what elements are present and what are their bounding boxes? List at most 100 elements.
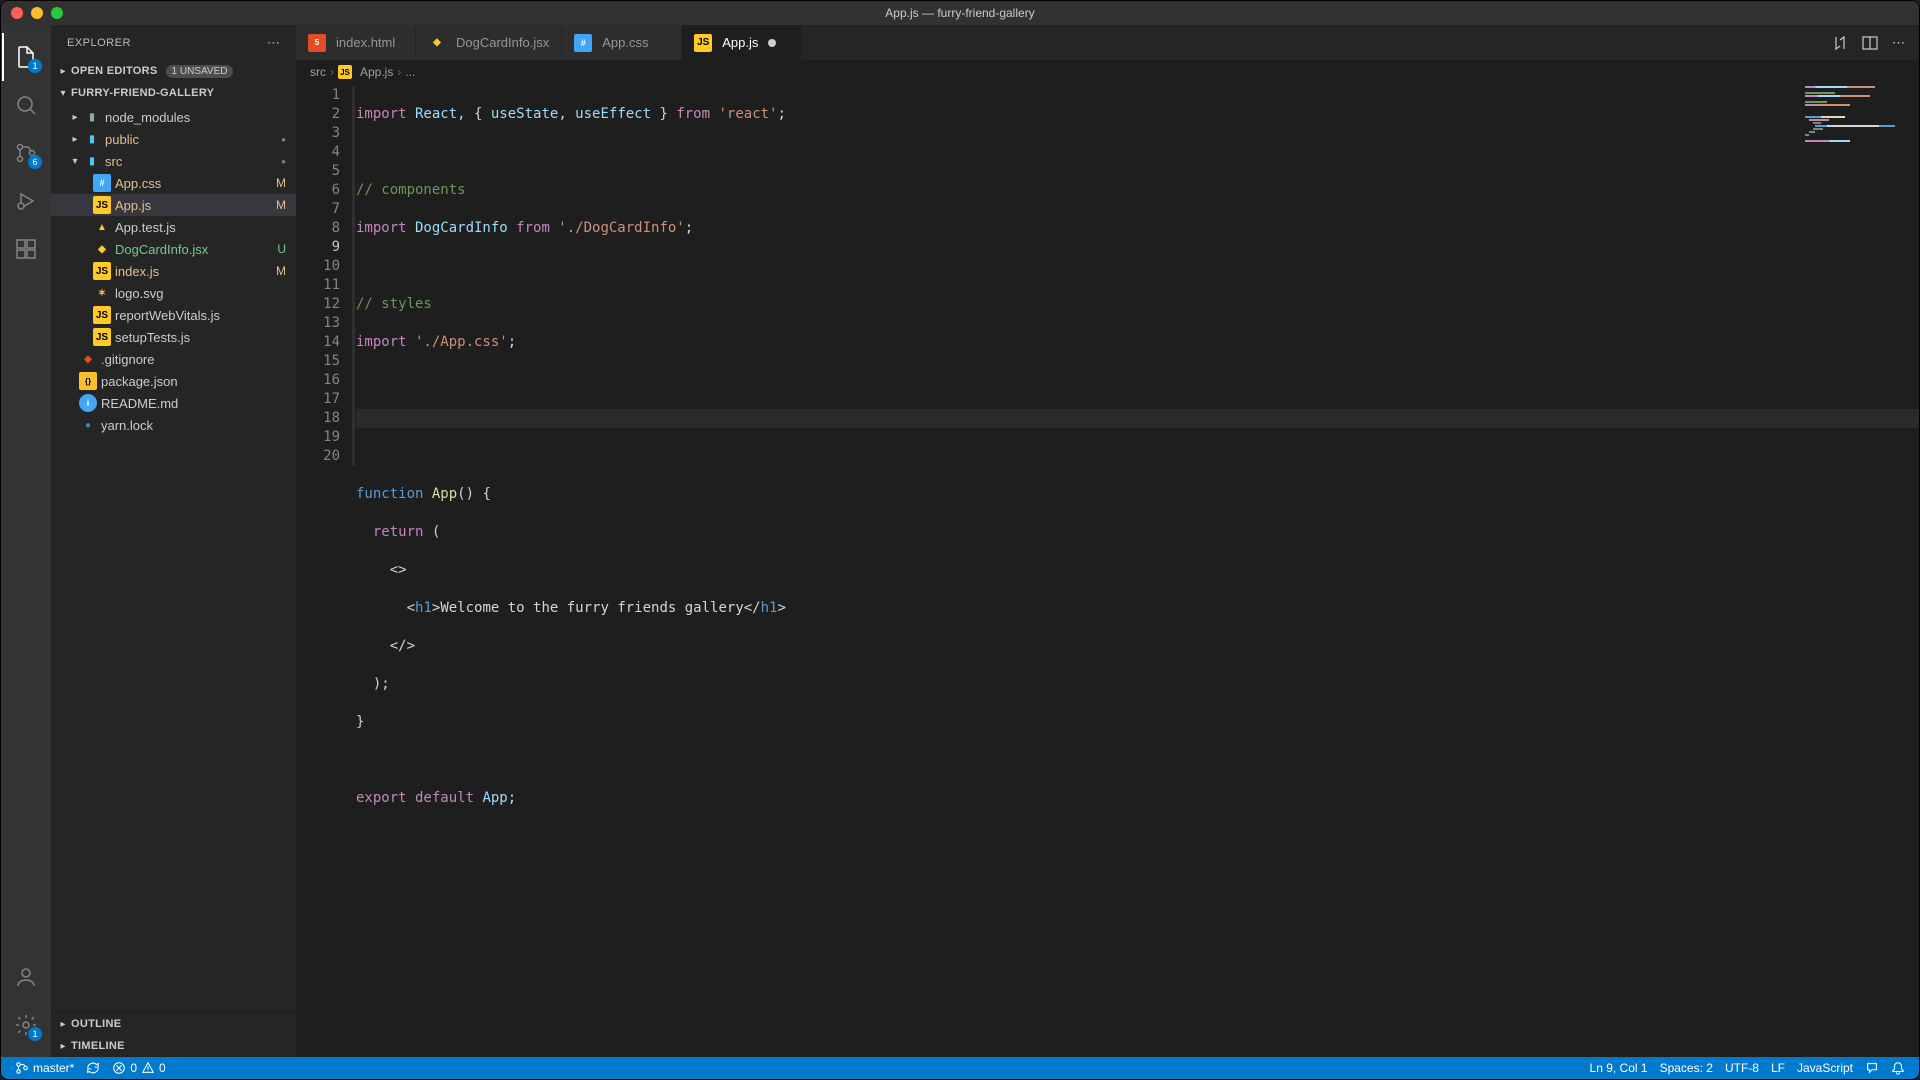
activity-account[interactable] xyxy=(2,953,50,1001)
chevron-right-icon: ▸ xyxy=(55,1041,71,1052)
window-title: App.js — furry-friend-gallery xyxy=(885,6,1034,20)
breadcrumbs[interactable]: src › JS App.js › ... xyxy=(296,60,1919,84)
more-actions-icon[interactable]: ⋯ xyxy=(1892,35,1905,51)
activity-search[interactable] xyxy=(2,81,50,129)
breadcrumb-item[interactable]: App.js xyxy=(360,65,393,79)
branch-icon xyxy=(15,1061,29,1075)
scm-badge: 6 xyxy=(28,155,42,169)
tree-file-logosvg[interactable]: ✶ logo.svg xyxy=(51,282,296,304)
tree-file-packagejson[interactable]: {} package.json xyxy=(51,370,296,392)
tree-file-appjs[interactable]: JS App.js M xyxy=(51,194,296,216)
jsx-icon: ◆ xyxy=(93,240,111,258)
open-editors-section[interactable]: ▸ OPEN EDITORS 1 UNSAVED xyxy=(51,60,296,82)
minimap[interactable] xyxy=(1805,86,1905,136)
activity-bar: 1 6 1 xyxy=(1,25,51,1057)
titlebar: App.js — furry-friend-gallery xyxy=(1,1,1919,25)
activity-scm[interactable]: 6 xyxy=(2,129,50,177)
compare-changes-icon[interactable] xyxy=(1832,35,1848,51)
breadcrumb-item[interactable]: src xyxy=(310,65,326,79)
tree-file-indexjs[interactable]: JS index.js M xyxy=(51,260,296,282)
chevron-down-icon: ▾ xyxy=(55,88,71,99)
tree-file-appcss[interactable]: # App.css M xyxy=(51,172,296,194)
tree-label: logo.svg xyxy=(115,286,286,301)
sidebar-more-icon[interactable]: ⋯ xyxy=(267,35,280,51)
tree-file-readme[interactable]: i README.md xyxy=(51,392,296,414)
dirty-indicator-icon xyxy=(768,39,776,47)
tree-folder-public[interactable]: ▸ ▮ public ● xyxy=(51,128,296,150)
tree-label: App.css xyxy=(115,176,272,191)
tab-label: index.html xyxy=(336,35,395,50)
css-icon: # xyxy=(574,34,592,52)
tab-label: DogCardInfo.jsx xyxy=(456,35,549,50)
status-language[interactable]: JavaScript xyxy=(1791,1061,1859,1075)
split-editor-icon[interactable] xyxy=(1862,35,1878,51)
status-spaces[interactable]: Spaces: 2 xyxy=(1654,1061,1719,1075)
status-cursor[interactable]: Ln 9, Col 1 xyxy=(1584,1061,1654,1075)
tree-file-yarnlock[interactable]: ● yarn.lock xyxy=(51,414,296,436)
status-feedback[interactable] xyxy=(1859,1061,1885,1075)
js-icon: JS xyxy=(93,328,111,346)
status-notifications[interactable] xyxy=(1885,1061,1911,1075)
tree-file-apptest[interactable]: ▲ App.test.js xyxy=(51,216,296,238)
sync-icon xyxy=(86,1061,100,1075)
outline-label: OUTLINE xyxy=(71,1018,121,1030)
js-icon: JS xyxy=(93,262,111,280)
debug-icon xyxy=(14,189,38,213)
tree-label: src xyxy=(105,154,277,169)
status-problems[interactable]: 0 0 xyxy=(106,1057,171,1079)
tab-appjs[interactable]: JS App.js xyxy=(682,25,802,60)
tree-file-setuptests[interactable]: JS setupTests.js xyxy=(51,326,296,348)
js-icon: JS xyxy=(338,65,352,79)
explorer-badge: 1 xyxy=(28,59,42,73)
error-icon xyxy=(112,1061,126,1075)
status-eol[interactable]: LF xyxy=(1765,1061,1791,1075)
tree-file-dogcard[interactable]: ◆ DogCardInfo.jsx U xyxy=(51,238,296,260)
window-close-button[interactable] xyxy=(11,7,23,19)
tree-label: public xyxy=(105,132,277,147)
timeline-section[interactable]: ▸ TIMELINE xyxy=(51,1035,296,1057)
tab-index-html[interactable]: 5 index.html xyxy=(296,25,416,60)
modified-dot-icon: ● xyxy=(281,135,286,144)
js-icon: JS xyxy=(93,196,111,214)
tree-label: yarn.lock xyxy=(101,418,286,433)
window-maximize-button[interactable] xyxy=(51,7,63,19)
status-sync[interactable] xyxy=(80,1057,106,1079)
search-icon xyxy=(14,93,38,117)
tree-folder-src[interactable]: ▾ ▮ src ● xyxy=(51,150,296,172)
svg-icon: ✶ xyxy=(93,284,111,302)
tree-file-reportwv[interactable]: JS reportWebVitals.js xyxy=(51,304,296,326)
chevron-right-icon: ▸ xyxy=(55,66,71,77)
project-section[interactable]: ▾ FURRY-FRIEND-GALLERY xyxy=(51,82,296,104)
tree-label: DogCardInfo.jsx xyxy=(115,242,273,257)
code-content[interactable]: import React, { useState, useEffect } fr… xyxy=(356,84,1919,1057)
file-tree: ▸ ▮ node_modules ▸ ▮ public ● ▾ ▮ src ● xyxy=(51,104,296,1012)
settings-badge: 1 xyxy=(28,1027,42,1041)
git-icon: ◆ xyxy=(79,350,97,368)
breadcrumb-item[interactable]: ... xyxy=(405,65,415,79)
activity-settings[interactable]: 1 xyxy=(2,1001,50,1049)
jsx-icon: ◆ xyxy=(428,34,446,52)
unsaved-badge: 1 UNSAVED xyxy=(166,65,234,78)
editor-group: 5 index.html ◆ DogCardInfo.jsx # App.css… xyxy=(296,25,1919,1057)
chevron-right-icon: ▸ xyxy=(67,112,83,123)
code-editor[interactable]: 1 2 3 4 5 6 7 8 9 10 11 12 13 14 15 16 1 xyxy=(296,84,1919,1057)
activity-explorer[interactable]: 1 xyxy=(2,33,50,81)
tab-appcss[interactable]: # App.css xyxy=(562,25,682,60)
activity-extensions[interactable] xyxy=(2,225,50,273)
statusbar: master* 0 0 Ln 9, Col 1 Spaces: 2 UTF-8 … xyxy=(1,1057,1919,1079)
tab-dogcardinfo[interactable]: ◆ DogCardInfo.jsx xyxy=(416,25,562,60)
tree-file-gitignore[interactable]: ◆ .gitignore xyxy=(51,348,296,370)
chevron-right-icon: › xyxy=(330,65,334,79)
window-minimize-button[interactable] xyxy=(31,7,43,19)
gutter-border xyxy=(352,86,355,466)
status-encoding[interactable]: UTF-8 xyxy=(1719,1061,1765,1075)
tree-label: node_modules xyxy=(105,110,286,125)
chevron-right-icon: ▸ xyxy=(55,1019,71,1030)
outline-section[interactable]: ▸ OUTLINE xyxy=(51,1013,296,1035)
line-numbers: 1 2 3 4 5 6 7 8 9 10 11 12 13 14 15 16 1 xyxy=(296,84,356,1057)
status-branch[interactable]: master* xyxy=(9,1057,80,1079)
tree-folder-node-modules[interactable]: ▸ ▮ node_modules xyxy=(51,106,296,128)
activity-debug[interactable] xyxy=(2,177,50,225)
tab-label: App.css xyxy=(602,35,648,50)
untracked-decoration: U xyxy=(277,242,286,256)
